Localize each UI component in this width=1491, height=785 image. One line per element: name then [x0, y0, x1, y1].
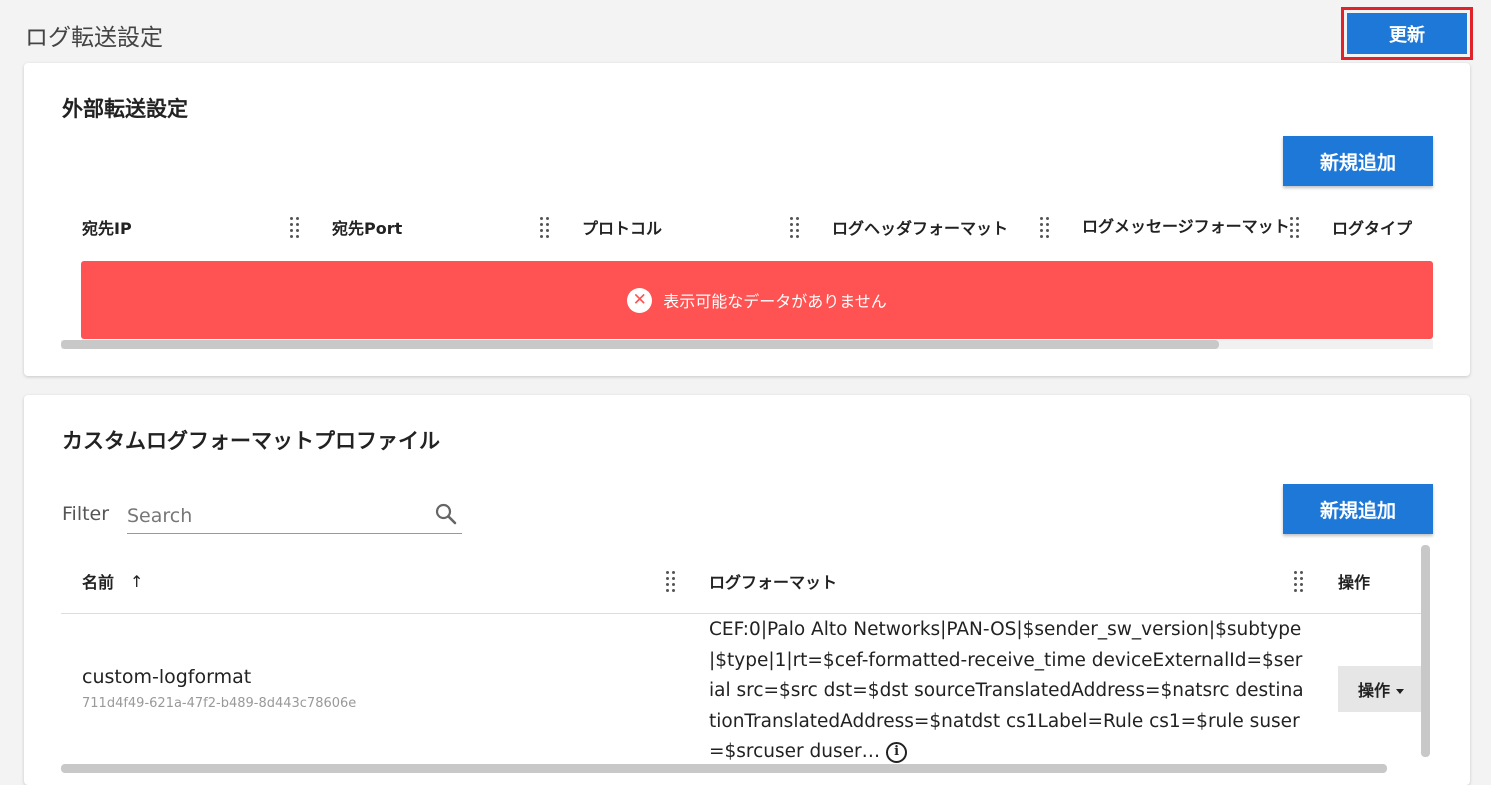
profiles-table-header: 名前 ↑ ログフォーマット 操作 [61, 548, 1423, 614]
refresh-highlight: 更新 [1341, 7, 1473, 60]
column-resize-handle[interactable] [1290, 213, 1302, 241]
page-title: ログ転送設定 [25, 25, 163, 51]
column-resize-handle[interactable] [666, 567, 678, 595]
no-data-banner: ✕ 表示可能なデータがありません [81, 261, 1433, 339]
no-data-message: 表示可能なデータがありません [663, 292, 887, 311]
actions-dropdown-button[interactable]: 操作 [1338, 666, 1428, 712]
info-icon[interactable]: i [886, 741, 908, 763]
column-header-name[interactable]: 名前 ↑ [82, 548, 143, 614]
column-resize-handle[interactable] [1294, 567, 1306, 595]
page-header: ログ転送設定 更新 [0, 0, 1491, 62]
column-header-protocol[interactable]: プロトコル [582, 196, 662, 258]
search-field [127, 497, 462, 534]
sort-ascending-icon[interactable]: ↑ [130, 572, 143, 591]
forwarding-table-header: 宛先IP 宛先Port プロトコル ログヘッダフォーマット ログメッセージフォー… [61, 196, 1470, 260]
forwarding-settings-card: 外部転送設定 新規追加 宛先IP 宛先Port プロトコル ログヘッダフォーマッ… [24, 63, 1470, 376]
log-format-cell: CEF:0|Palo Alto Networks|PAN-OS|$sender_… [709, 615, 1304, 768]
column-header-log-message-format[interactable]: ログメッセージフォーマット [1082, 196, 1294, 258]
horizontal-scrollbar-thumb[interactable] [61, 340, 1219, 349]
log-format-text: CEF:0|Palo Alto Networks|PAN-OS|$sender_… [709, 619, 1304, 762]
actions-dropdown-label: 操作 [1358, 681, 1391, 700]
caret-down-icon [1396, 689, 1405, 694]
vertical-scrollbar[interactable] [1421, 545, 1430, 757]
column-header-name-label: 名前 [82, 573, 115, 592]
column-header-actions: 操作 [1338, 573, 1371, 592]
add-profile-button[interactable]: 新規追加 [1283, 484, 1433, 534]
column-header-dest-port[interactable]: 宛先Port [332, 196, 402, 258]
custom-log-format-title: カスタムログフォーマットプロファイル [62, 429, 440, 453]
column-resize-handle[interactable] [290, 213, 302, 241]
column-resize-handle[interactable] [1040, 213, 1052, 241]
refresh-button[interactable]: 更新 [1347, 13, 1467, 54]
filter-label: Filter [62, 503, 110, 525]
column-header-log-type[interactable]: ログタイプ [1332, 196, 1412, 258]
profile-id: 711d4f49-621a-47f2-b489-8d443c78606e [82, 696, 357, 711]
forwarding-settings-title: 外部転送設定 [62, 97, 188, 121]
horizontal-scrollbar[interactable] [61, 340, 1433, 349]
column-header-log-header-format[interactable]: ログヘッダフォーマット [832, 196, 1008, 258]
table-row: custom-logformat 711d4f49-621a-47f2-b489… [61, 615, 1428, 768]
column-resize-handle[interactable] [790, 213, 802, 241]
column-header-dest-ip[interactable]: 宛先IP [82, 196, 132, 258]
column-header-log-format[interactable]: ログフォーマット [709, 548, 837, 614]
add-forwarding-button[interactable]: 新規追加 [1283, 136, 1433, 186]
column-resize-handle[interactable] [540, 213, 552, 241]
search-icon[interactable] [434, 502, 458, 526]
custom-log-format-card: カスタムログフォーマットプロファイル Filter 新規追加 名前 ↑ ログフォ… [24, 395, 1470, 785]
profile-name: custom-logformat [82, 666, 252, 688]
error-icon: ✕ [627, 287, 653, 313]
search-input[interactable] [127, 501, 417, 531]
